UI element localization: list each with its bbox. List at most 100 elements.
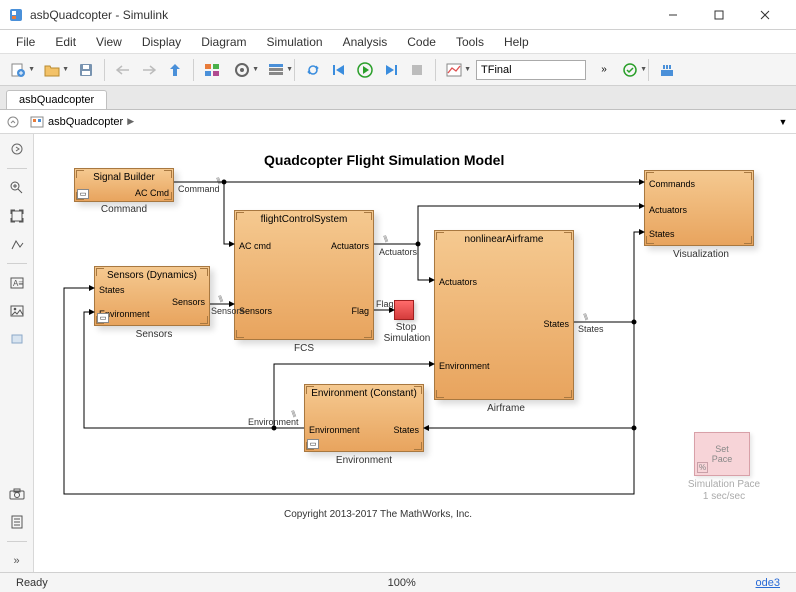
model-explorer-button[interactable]: ▼: [264, 58, 288, 82]
run-button[interactable]: [353, 58, 377, 82]
save-button[interactable]: [74, 58, 98, 82]
port-in: States: [99, 285, 125, 295]
subsystem-icon: ▭: [307, 439, 319, 449]
menu-code[interactable]: Code: [397, 32, 446, 52]
port-in: Environment: [309, 425, 360, 435]
pace-l2: Pace: [712, 454, 733, 464]
model-properties-button[interactable]: [6, 511, 28, 533]
annotation-button[interactable]: A≡: [6, 272, 28, 294]
expand-palette-button[interactable]: »: [6, 550, 28, 572]
signal-actuators: Actuators: [379, 247, 417, 257]
step-back-button[interactable]: [327, 58, 351, 82]
port-out: Actuators: [331, 241, 369, 251]
chevron-right-icon: ▶: [127, 116, 134, 127]
data-inspector-button[interactable]: ▼: [442, 58, 466, 82]
menu-display[interactable]: Display: [132, 32, 191, 52]
hide-browser-button[interactable]: [6, 138, 28, 160]
minimize-button[interactable]: [650, 0, 696, 30]
canvas[interactable]: Quadcopter Flight Simulation Model Signa…: [34, 134, 796, 572]
block-sensors[interactable]: Sensors (Dynamics) States Environment Se…: [94, 266, 210, 326]
block-visualization[interactable]: Commands Actuators States: [644, 170, 754, 246]
update-diagram-button[interactable]: [301, 58, 325, 82]
block-simulation-pace[interactable]: Set Pace %: [694, 432, 750, 476]
log-icon: ⦀: [582, 312, 589, 324]
port-out: States: [393, 425, 419, 435]
app-icon: [8, 7, 24, 23]
screenshot-button[interactable]: [6, 483, 28, 505]
status-ready: Ready: [8, 577, 56, 589]
toggle-sample-time-button[interactable]: [6, 233, 28, 255]
close-button[interactable]: [742, 0, 788, 30]
port-out: States: [543, 319, 569, 329]
port-in: States: [649, 229, 675, 239]
toolbar: ▼ ▼ ▼ ▼ ▼ » ▼: [0, 54, 796, 86]
port-out: AC Cmd: [135, 188, 169, 198]
menu-diagram[interactable]: Diagram: [191, 32, 256, 52]
tab-model[interactable]: asbQuadcopter: [6, 90, 107, 109]
diagram-title: Quadcopter Flight Simulation Model: [264, 152, 504, 168]
more-toolbar-button[interactable]: »: [592, 58, 616, 82]
port-in: Commands: [649, 179, 695, 189]
block-title: flightControlSystem: [235, 211, 373, 228]
signal-command: Command: [178, 184, 220, 194]
area-button[interactable]: [6, 328, 28, 350]
build-button[interactable]: ▼: [618, 58, 642, 82]
copyright-text: Copyright 2013-2017 The MathWorks, Inc.: [284, 509, 472, 520]
block-fcs[interactable]: flightControlSystem AC cmd Sensors Actua…: [234, 210, 374, 340]
block-stop-simulation[interactable]: [394, 300, 414, 320]
library-browser-button[interactable]: [200, 58, 224, 82]
subsystem-icon: ▭: [77, 189, 89, 199]
menu-file[interactable]: File: [6, 32, 45, 52]
block-label-fcs: FCS: [289, 343, 319, 354]
zoom-button[interactable]: [6, 177, 28, 199]
menu-tools[interactable]: Tools: [446, 32, 494, 52]
breadcrumb-dropdown[interactable]: ▼: [774, 113, 792, 131]
svg-text:A≡: A≡: [13, 279, 23, 288]
stop-time-field[interactable]: [476, 60, 586, 80]
block-title: Environment (Constant): [305, 385, 423, 402]
status-zoom[interactable]: 100%: [380, 577, 424, 589]
forward-button[interactable]: [137, 58, 161, 82]
log-icon: ⦀: [217, 294, 224, 306]
menu-view[interactable]: View: [86, 32, 132, 52]
block-label-command: Command: [94, 204, 154, 215]
fit-to-view-button[interactable]: [6, 205, 28, 227]
block-label-stop2: Simulation: [382, 333, 432, 344]
block-label-pace1: Simulation Pace: [684, 479, 764, 490]
menu-edit[interactable]: Edit: [45, 32, 86, 52]
block-label-environment: Environment: [334, 455, 394, 466]
open-button[interactable]: ▼: [40, 58, 64, 82]
block-airframe[interactable]: nonlinearAirframe Actuators Environment …: [434, 230, 574, 400]
menu-simulation[interactable]: Simulation: [257, 32, 333, 52]
up-button[interactable]: [163, 58, 187, 82]
model-configuration-button[interactable]: ▼: [230, 58, 254, 82]
menu-analysis[interactable]: Analysis: [333, 32, 398, 52]
new-model-button[interactable]: ▼: [6, 58, 30, 82]
palette: A≡ »: [0, 134, 34, 572]
deploy-button[interactable]: [655, 58, 679, 82]
titlebar: asbQuadcopter - Simulink: [0, 0, 796, 30]
step-forward-button[interactable]: [379, 58, 403, 82]
tabstrip: asbQuadcopter: [0, 86, 796, 110]
image-button[interactable]: [6, 300, 28, 322]
breadcrumb-root[interactable]: asbQuadcopter ▶: [26, 114, 138, 130]
port-out: Sensors: [172, 297, 205, 307]
port-in: Environment: [439, 361, 490, 371]
port-in: AC cmd: [239, 241, 271, 251]
signal-sensors: Sensors: [211, 306, 244, 316]
block-title: nonlinearAirframe: [435, 231, 573, 248]
block-label-stop1: Stop: [394, 322, 418, 333]
back-button[interactable]: [111, 58, 135, 82]
signal-environment: Environment: [248, 417, 299, 427]
status-solver[interactable]: ode3: [748, 577, 788, 589]
nav-up-button[interactable]: [4, 113, 22, 131]
port-in: Actuators: [649, 205, 687, 215]
maximize-button[interactable]: [696, 0, 742, 30]
stop-button[interactable]: [405, 58, 429, 82]
block-environment[interactable]: Environment (Constant) Environment State…: [304, 384, 424, 452]
menu-help[interactable]: Help: [494, 32, 539, 52]
signal-flag: Flag: [376, 299, 394, 309]
port-in: Actuators: [439, 277, 477, 287]
block-signal-builder[interactable]: Signal Builder AC Cmd ▭: [74, 168, 174, 202]
breadcrumb-bar: asbQuadcopter ▶ ▼: [0, 110, 796, 134]
